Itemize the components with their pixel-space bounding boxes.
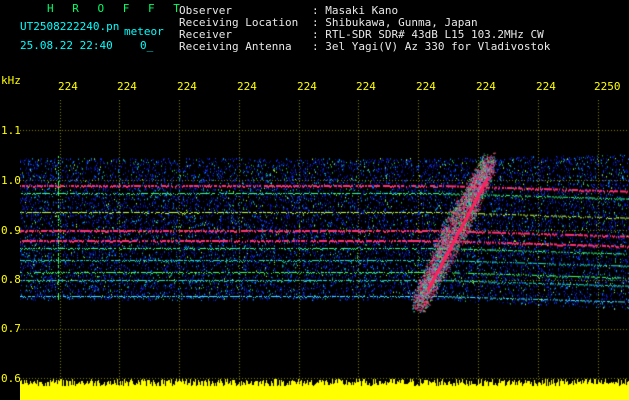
- filename: UT2508222240.pn: [20, 20, 120, 33]
- y-tick: 0.8: [1, 273, 21, 286]
- x-tick: 224: [237, 80, 257, 93]
- x-tick: 2250: [594, 80, 621, 93]
- x-tick: 224: [58, 80, 78, 93]
- unit-label: kHz: [1, 74, 21, 87]
- y-tick: 0.6: [1, 372, 21, 385]
- x-tick: 224: [297, 80, 317, 93]
- spectrogram-canvas: [20, 100, 629, 400]
- x-tick: 224: [416, 80, 436, 93]
- x-tick: 224: [356, 80, 376, 93]
- brand-title: H R O F F T: [47, 2, 186, 15]
- x-tick: 224: [476, 80, 496, 93]
- hrofft-spectrogram-window: H R O F F T UT2508222240.pn meteor 25.08…: [0, 0, 629, 400]
- x-tick: 224: [117, 80, 137, 93]
- antenna-label: Receiving Antenna: [179, 40, 292, 53]
- y-tick: 1.1: [1, 124, 21, 137]
- x-tick: 224: [177, 80, 197, 93]
- meteor-label: meteor: [124, 25, 164, 38]
- y-tick: 0.9: [1, 224, 21, 237]
- extra-readout: 0_: [140, 39, 154, 52]
- datetime: 25.08.22 22:40: [20, 39, 113, 52]
- y-tick: 1.0: [1, 174, 21, 187]
- antenna-value: : 3el Yagi(V) Az 330 for Vladivostok: [312, 40, 551, 53]
- y-tick: 0.7: [1, 322, 21, 335]
- x-tick: 224: [536, 80, 556, 93]
